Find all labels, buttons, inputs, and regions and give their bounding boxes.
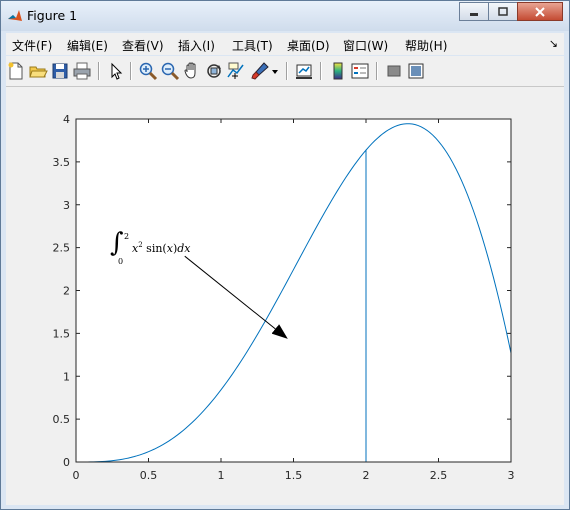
matlab-logo-icon: [8, 10, 22, 21]
y-tick-label: 0.5: [53, 413, 71, 426]
pan-icon[interactable]: [182, 61, 202, 81]
figure-toolbar: [6, 56, 564, 87]
y-tick-label: 4: [63, 113, 70, 126]
y-tick-label: 2.5: [53, 242, 71, 255]
x-tick-label: 2: [363, 469, 370, 482]
menu-bar: 文件(F) 编辑(E) 查看(V) 插入(I) 工具(T) 桌面(D) 窗口(W…: [6, 33, 564, 55]
menu-desktop[interactable]: 桌面(D): [287, 37, 330, 54]
x-tick-label: 3: [508, 469, 515, 482]
toolbar-separator: [320, 62, 322, 80]
x-tick-label: 0.5: [140, 469, 158, 482]
link-plot-icon[interactable]: [294, 61, 314, 81]
figure-canvas[interactable]: 0 0.5 1 1.5 2 2.5 3 0 0.5 1 1.5 2 2.5 3 3.5 4 ∫ 2 0 x2 …: [6, 87, 564, 505]
brush-icon[interactable]: [250, 61, 270, 81]
y-tick-label: 3: [63, 199, 70, 212]
figure-window: Figure 1 文件(F) 编辑(E) 查看(V) 插入(I) 工具(T) 桌…: [0, 0, 570, 510]
menu-view[interactable]: 查看(V): [122, 37, 164, 54]
hide-plot-tools-icon[interactable]: [384, 61, 404, 81]
data-cursor-icon[interactable]: [226, 61, 246, 81]
integral-sign: ∫: [110, 228, 124, 258]
integral-upper-limit: 2: [124, 232, 129, 241]
minimize-button[interactable]: [459, 2, 489, 21]
menu-window[interactable]: 窗口(W): [343, 37, 388, 54]
brush-dropdown-icon[interactable]: [270, 61, 280, 81]
x-tick-label: 1: [218, 469, 225, 482]
pointer-icon[interactable]: [106, 61, 126, 81]
rotate-3d-icon[interactable]: [204, 61, 224, 81]
axes-background: [76, 119, 511, 462]
maximize-icon: [498, 6, 508, 16]
close-icon: [535, 6, 545, 17]
menu-tools[interactable]: 工具(T): [232, 37, 273, 54]
toolbar-separator: [286, 62, 288, 80]
x-tick-label: 1.5: [285, 469, 303, 482]
maximize-button[interactable]: [488, 2, 518, 21]
minimize-icon: [470, 12, 478, 16]
y-tick-label: 2: [63, 285, 70, 298]
toolbar-separator: [130, 62, 132, 80]
integral-lower-limit: 0: [118, 257, 123, 266]
open-file-icon[interactable]: [28, 61, 48, 81]
show-plot-tools-icon[interactable]: [406, 61, 426, 81]
toolbar-separator: [376, 62, 378, 80]
zoom-in-icon[interactable]: [138, 61, 158, 81]
new-figure-icon[interactable]: [6, 61, 26, 81]
y-tick-label: 0: [63, 456, 70, 469]
y-tick-label: 1.5: [53, 327, 71, 340]
toolbar-separator: [98, 62, 100, 80]
legend-icon[interactable]: [350, 61, 370, 81]
zoom-out-icon[interactable]: [160, 61, 180, 81]
save-icon[interactable]: [50, 61, 70, 81]
menu-edit[interactable]: 编辑(E): [67, 37, 108, 54]
menu-overflow-icon[interactable]: ↘: [549, 37, 558, 50]
y-tick-label: 1: [63, 370, 70, 383]
print-icon[interactable]: [72, 61, 92, 81]
line-chart[interactable]: 0 0.5 1 1.5 2 2.5 300.511.522.533.54 ∫ 2 0 x2 …: [6, 87, 564, 505]
title-bar[interactable]: Figure 1: [1, 1, 569, 31]
colorbar-icon[interactable]: [328, 61, 348, 81]
x-tick-label: 2.5: [430, 469, 448, 482]
menu-help[interactable]: 帮助(H): [405, 37, 447, 54]
menu-file[interactable]: 文件(F): [12, 37, 52, 54]
x-tick-label: 0: [73, 469, 80, 482]
close-button[interactable]: [517, 2, 563, 21]
y-tick-label: 3.5: [53, 156, 71, 169]
menu-insert[interactable]: 插入(I): [178, 37, 215, 54]
window-title: Figure 1: [27, 8, 78, 23]
